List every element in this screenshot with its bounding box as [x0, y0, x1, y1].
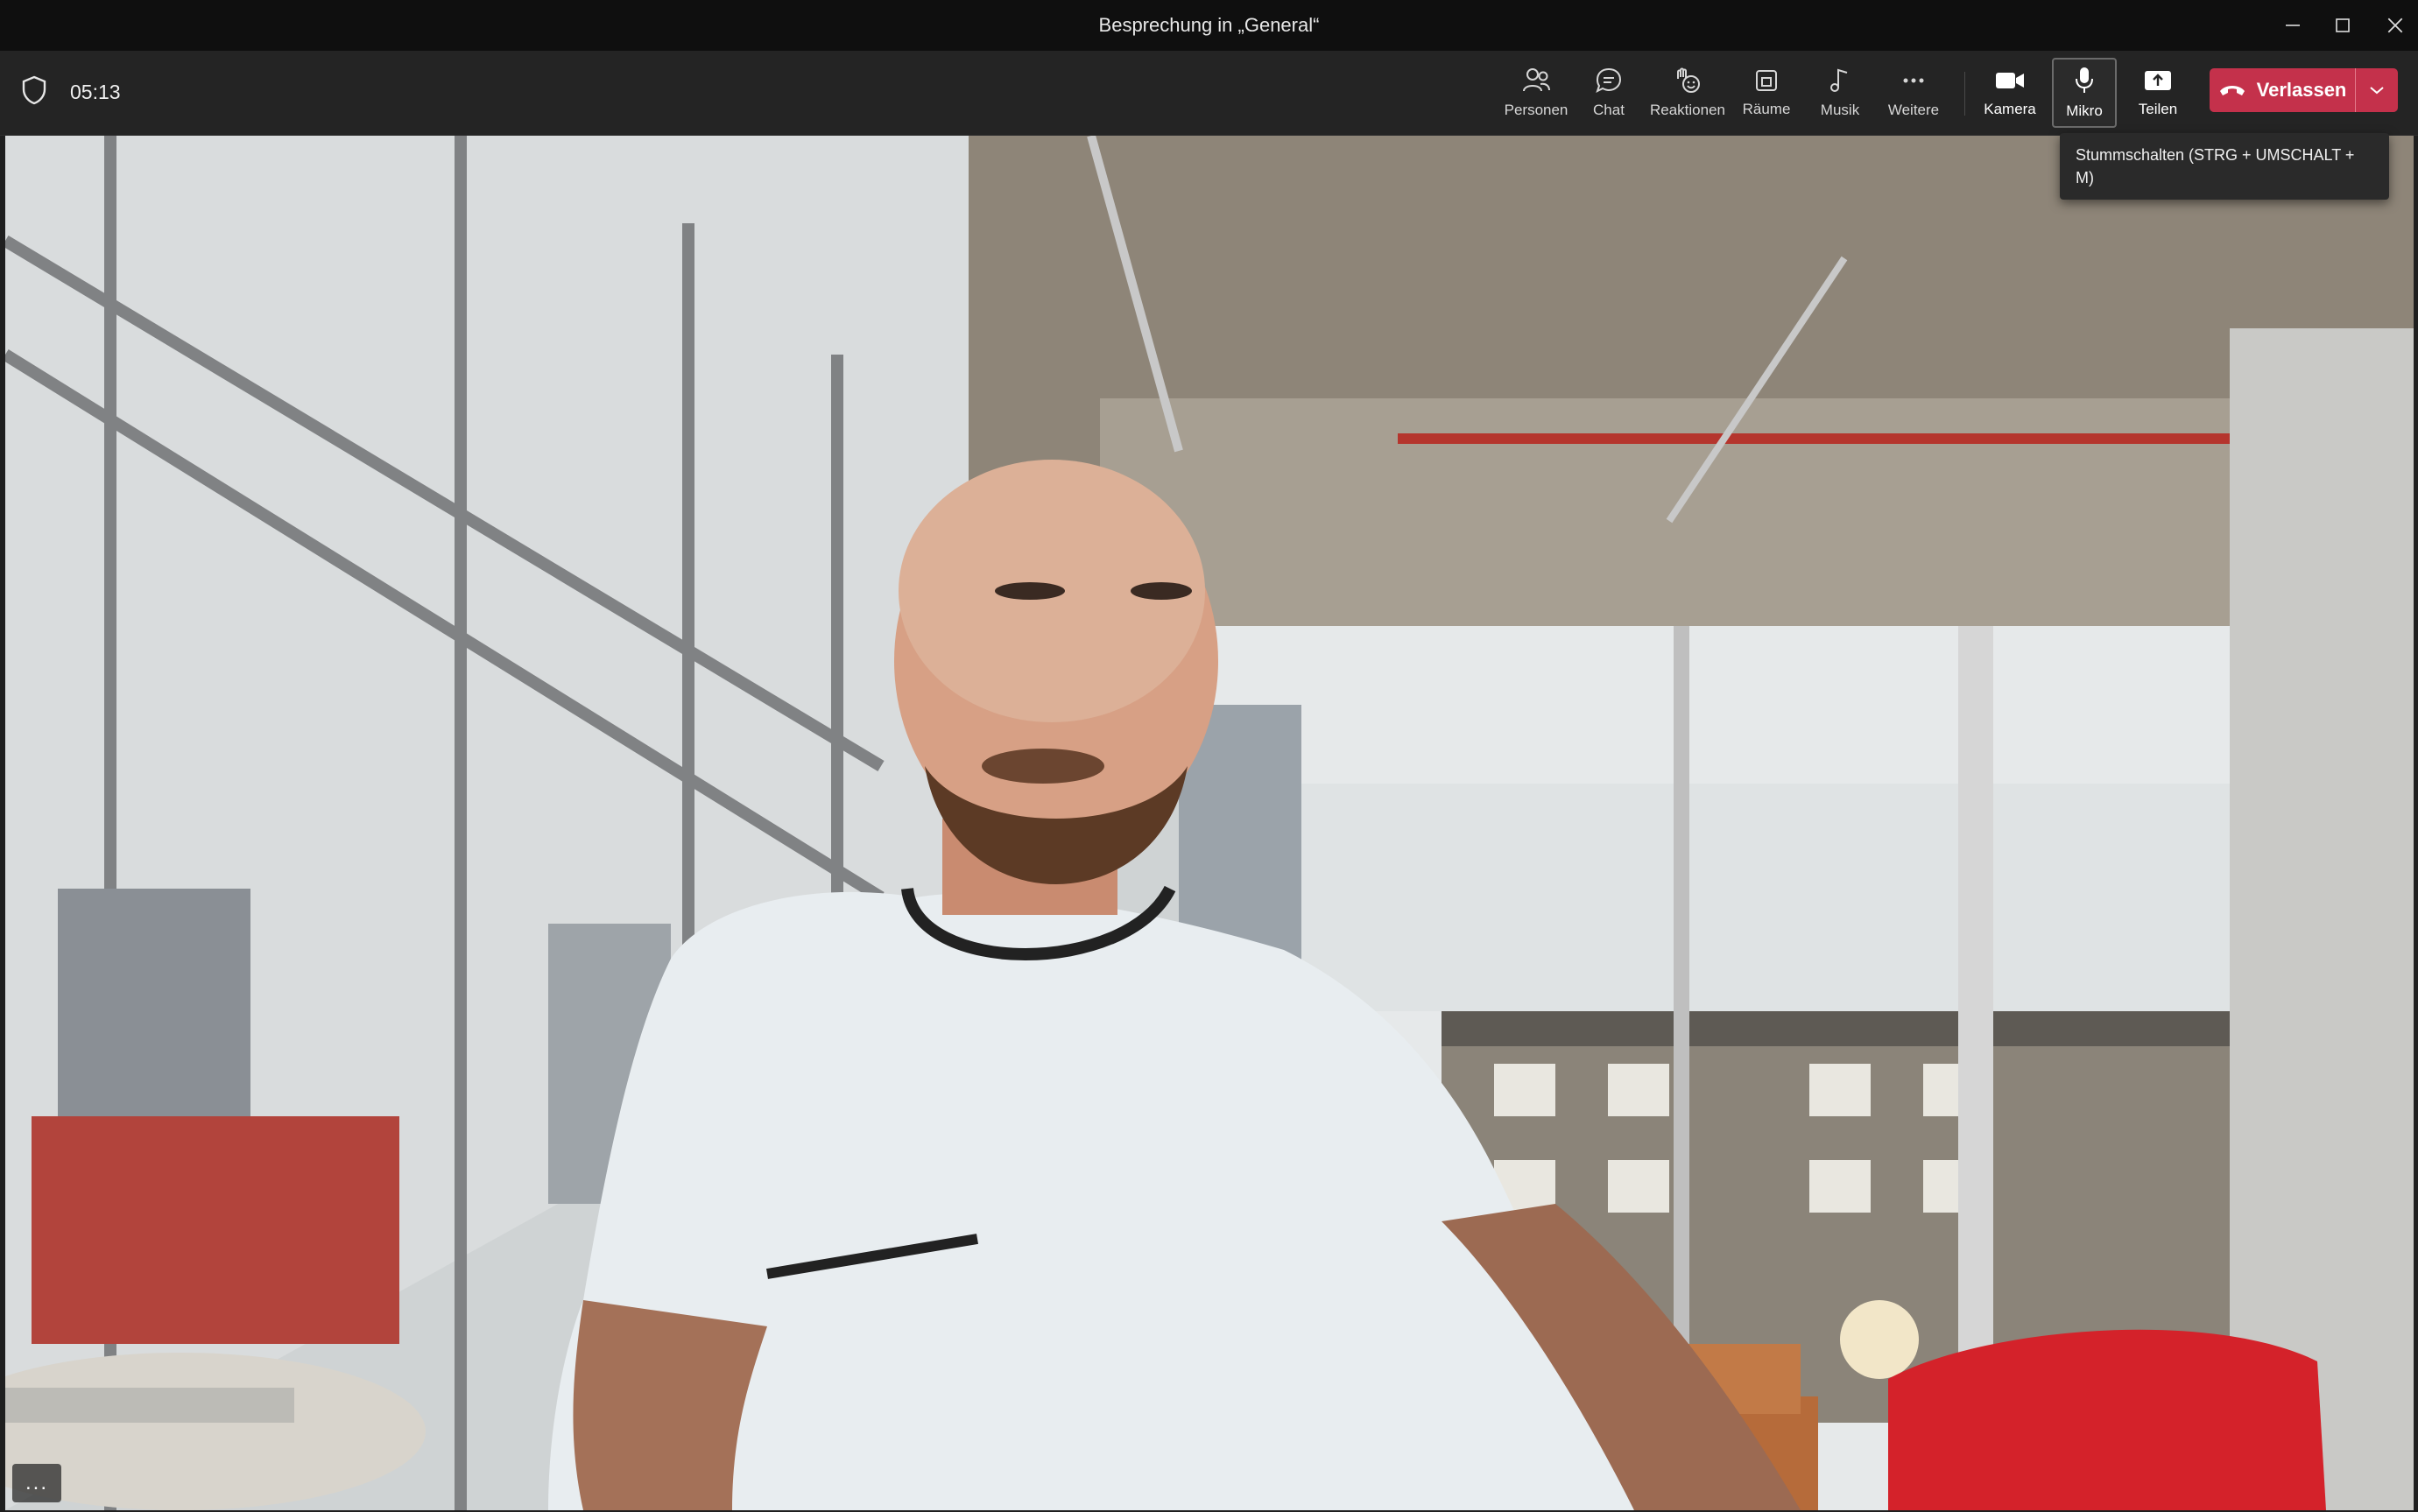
close-icon: [2387, 18, 2403, 33]
title-bar: Besprechung in „General“: [0, 0, 2418, 51]
participant-video: [5, 136, 2414, 1510]
rooms-button[interactable]: Räume: [1729, 58, 1804, 128]
leave-options-button[interactable]: [2356, 68, 2398, 112]
leave-button[interactable]: Verlassen: [2210, 68, 2355, 112]
minimize-button[interactable]: [2266, 0, 2319, 51]
share-button[interactable]: Teilen: [2120, 58, 2196, 128]
chat-icon: [1596, 67, 1622, 93]
people-label: Personen: [1504, 102, 1569, 118]
share-icon: [2145, 71, 2171, 90]
share-label: Teilen: [2138, 101, 2178, 117]
maximize-button[interactable]: [2316, 0, 2369, 51]
people-button[interactable]: Personen: [1498, 58, 1574, 128]
mute-tooltip: Stummschalten (STRG + UMSCHALT + M): [2060, 133, 2389, 200]
more-actions-button[interactable]: Weitere: [1876, 58, 1951, 128]
shield-icon[interactable]: [21, 75, 47, 109]
people-icon: [1523, 68, 1550, 92]
more-label: Weitere: [1887, 102, 1940, 118]
mic-button[interactable]: Mikro: [2052, 58, 2117, 128]
meeting-toolbar: 05:13 Personen Chat Reaktionen Räume Mus…: [0, 51, 2418, 136]
rooms-label: Räume: [1742, 101, 1791, 117]
leave-button-group: Verlassen: [2210, 68, 2398, 112]
mic-label: Mikro: [2066, 102, 2103, 119]
reactions-icon: [1677, 67, 1700, 93]
more-icon: [1903, 78, 1924, 83]
chat-button[interactable]: Chat: [1571, 58, 1646, 128]
window-title: Besprechung in „General“: [1098, 14, 1320, 36]
chevron-down-icon: [2370, 87, 2384, 95]
meeting-timer: 05:13: [70, 81, 121, 103]
toolbar-divider: [1964, 72, 1965, 116]
maximize-icon: [2336, 18, 2350, 32]
music-label: Musik: [1820, 102, 1860, 118]
reactions-button[interactable]: Reaktionen: [1650, 58, 1725, 128]
close-button[interactable]: [2369, 0, 2418, 51]
hang-up-icon: [2219, 86, 2245, 95]
video-more-options-button[interactable]: ...: [12, 1464, 61, 1502]
camera-icon: [1996, 73, 2024, 88]
chat-label: Chat: [1593, 102, 1625, 118]
camera-button[interactable]: Kamera: [1972, 58, 2048, 128]
microphone-icon: [2076, 67, 2093, 93]
video-feed: [5, 136, 2414, 1510]
camera-label: Kamera: [1984, 101, 2036, 117]
leave-label: Verlassen: [2256, 79, 2347, 101]
music-icon: [1830, 68, 1848, 92]
minimize-icon: [2286, 25, 2300, 26]
rooms-icon: [1756, 70, 1777, 91]
music-button[interactable]: Musik: [1802, 58, 1878, 128]
reactions-label: Reaktionen: [1650, 102, 1726, 118]
